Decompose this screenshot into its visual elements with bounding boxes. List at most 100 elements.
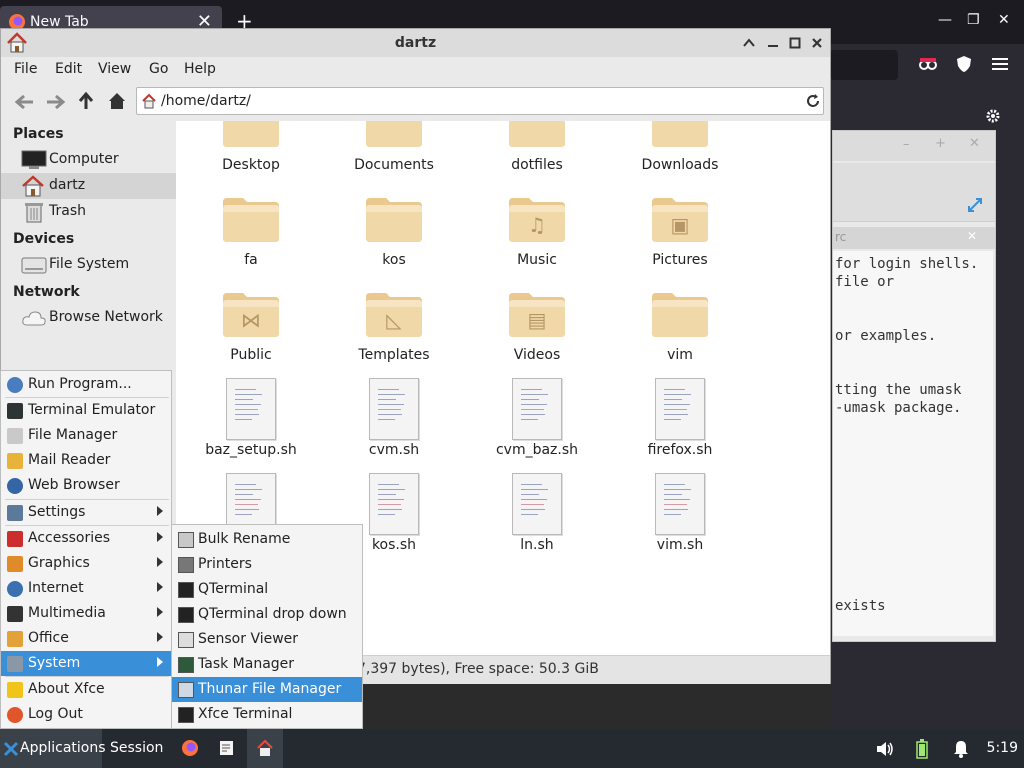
home-folder-icon	[22, 175, 44, 197]
expand-icon[interactable]	[967, 197, 983, 213]
bg-close-icon[interactable]: ✕	[969, 136, 980, 151]
menu-item-label: Multimedia	[28, 605, 106, 621]
sidebar-item-browse-network[interactable]: Browse Network	[1, 305, 176, 331]
folder-item[interactable]: vim	[615, 283, 745, 373]
submenu-item-xfce-terminal[interactable]: Xfce Terminal	[172, 702, 362, 727]
menu-item-log-out[interactable]: Log Out	[1, 702, 171, 727]
up-icon[interactable]	[77, 91, 95, 111]
forward-icon[interactable]	[45, 93, 67, 111]
folder-item[interactable]: ♫ Music	[472, 188, 602, 278]
folder-item[interactable]: Documents	[329, 121, 459, 183]
location-bar[interactable]: /home/dartz/	[136, 87, 824, 115]
volume-icon[interactable]	[876, 741, 894, 757]
menu-item-run-program[interactable]: Run Program...	[1, 372, 171, 397]
shell-script-icon	[655, 378, 705, 440]
folder-item[interactable]: fa	[186, 188, 316, 278]
menu-item-file-manager[interactable]: File Manager	[1, 423, 171, 448]
bg-tab-close-icon[interactable]: ✕	[967, 229, 977, 243]
folder-item[interactable]: ◺ Templates	[329, 283, 459, 373]
network-header: Network	[13, 284, 80, 300]
folder-item[interactable]: ⋈ Public	[186, 283, 316, 373]
menu-item-mail-reader[interactable]: Mail Reader	[1, 448, 171, 473]
background-editor-tab[interactable]: rc ✕	[833, 227, 995, 249]
file-item[interactable]: vim.sh	[615, 473, 745, 563]
hamburger-menu-icon[interactable]	[992, 58, 1008, 70]
menu-view[interactable]: View	[98, 61, 131, 77]
close-icon[interactable]	[811, 37, 823, 49]
folder-icon	[223, 121, 279, 147]
submenu-item-printers[interactable]: Printers	[172, 552, 362, 577]
menu-item-graphics[interactable]: Graphics	[1, 551, 171, 576]
file-name: Downloads	[641, 157, 719, 173]
menu-item-system[interactable]: System	[1, 651, 171, 676]
shade-icon[interactable]	[743, 38, 755, 48]
menu-item-label: Terminal Emulator	[28, 402, 156, 418]
menu-item-multimedia[interactable]: Multimedia	[1, 601, 171, 626]
sidebar-item-dartz[interactable]: dartz	[1, 173, 176, 199]
file-item[interactable]: baz_setup.sh	[186, 378, 316, 468]
places-header: Places	[13, 126, 64, 142]
folder-item[interactable]: Desktop	[186, 121, 316, 183]
shield-icon[interactable]	[955, 55, 973, 73]
taskbar-editor[interactable]	[209, 729, 245, 768]
private-browsing-icon[interactable]	[918, 56, 938, 72]
menu-help[interactable]: Help	[184, 61, 216, 77]
bg-maximize-icon[interactable]: +	[935, 136, 946, 151]
menu-item-office[interactable]: Office	[1, 626, 171, 651]
battery-icon[interactable]	[916, 739, 928, 759]
submenu-item-thunar-file-manager[interactable]: Thunar File Manager	[172, 677, 362, 702]
sidebar-item-computer[interactable]: Computer	[1, 147, 176, 173]
menu-item-accessories[interactable]: Accessories	[1, 526, 171, 551]
sidebar-item-trash[interactable]: Trash	[1, 199, 176, 225]
sidebar-item-file-system[interactable]: File System	[1, 252, 176, 278]
close-window-icon[interactable]: ✕	[998, 12, 1010, 28]
chevron-right-icon	[157, 557, 163, 567]
reload-icon[interactable]	[805, 93, 821, 109]
menu-item-settings[interactable]: Settings	[1, 500, 171, 525]
clock[interactable]: 5:19	[987, 740, 1018, 756]
minimize-icon[interactable]	[767, 38, 779, 48]
submenu-item-qterminal[interactable]: QTerminal	[172, 577, 362, 602]
session-button[interactable]: Session	[110, 740, 163, 756]
bg-minimize-icon[interactable]: –	[903, 137, 910, 152]
folder-item[interactable]: dotfiles	[472, 121, 602, 183]
file-item[interactable]: firefox.sh	[615, 378, 745, 468]
submenu-item-bulk-rename[interactable]: Bulk Rename	[172, 527, 362, 552]
gear-icon[interactable]	[984, 107, 1002, 125]
file-item[interactable]: cvm_baz.sh	[472, 378, 602, 468]
status-text: 7,397 bytes), Free space: 50.3 GiB	[357, 661, 599, 677]
text-line: or examples.	[835, 328, 937, 344]
menu-item-about-xfce[interactable]: About Xfce	[1, 677, 171, 702]
notification-bell-icon[interactable]	[953, 740, 969, 758]
text-editor-icon	[220, 741, 233, 755]
menu-item-web-browser[interactable]: Web Browser	[1, 473, 171, 498]
back-icon[interactable]	[13, 93, 35, 111]
taskbar-firefox[interactable]	[172, 729, 208, 768]
menu-edit[interactable]: Edit	[55, 61, 82, 77]
xfce-terminal-icon	[178, 707, 194, 723]
file-item[interactable]: ln.sh	[472, 473, 602, 563]
submenu-item-sensor-viewer[interactable]: Sensor Viewer	[172, 627, 362, 652]
menu-item-internet[interactable]: Internet	[1, 576, 171, 601]
menu-file[interactable]: File	[14, 61, 37, 77]
folder-item[interactable]: kos	[329, 188, 459, 278]
folder-item[interactable]: Downloads	[615, 121, 745, 183]
submenu-item-qterminal-drop-down[interactable]: QTerminal drop down	[172, 602, 362, 627]
file-item[interactable]: cvm.sh	[329, 378, 459, 468]
submenu-item-task-manager[interactable]: Task Manager	[172, 652, 362, 677]
maximize-icon[interactable]: ❐	[967, 12, 980, 28]
menu-go[interactable]: Go	[149, 61, 168, 77]
minimize-icon[interactable]: —	[938, 12, 952, 28]
devices-header: Devices	[13, 231, 75, 247]
menu-item-terminal-emulator[interactable]: Terminal Emulator	[1, 398, 171, 423]
file-name: firefox.sh	[647, 442, 713, 458]
file-name: fa	[244, 252, 258, 268]
browser-url-bar[interactable]	[830, 50, 898, 80]
maximize-icon[interactable]	[789, 37, 801, 49]
applications-button[interactable]: Applications	[0, 729, 106, 768]
home-icon[interactable]	[107, 91, 127, 111]
folder-item[interactable]: ▤ Videos	[472, 283, 602, 373]
taskbar-file-manager[interactable]	[247, 729, 283, 768]
chevron-right-icon	[157, 607, 163, 617]
folder-item[interactable]: ▣ Pictures	[615, 188, 745, 278]
